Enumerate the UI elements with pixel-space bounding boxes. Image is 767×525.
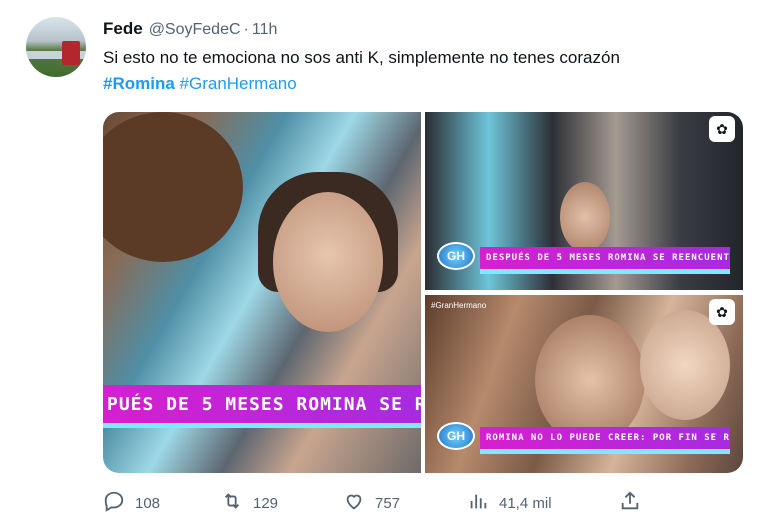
photo-3[interactable]: #GranHermano ✿ GH ROMINA NO LO PUEDE CRE…	[425, 295, 743, 473]
media-grid: PUÉS DE 5 MESES ROMINA SE REENCUENTRA C …	[103, 112, 743, 473]
photo-2-banner-bar	[480, 269, 730, 274]
hashtag-romina[interactable]: #Romina	[103, 74, 175, 93]
like-count: 757	[375, 494, 401, 512]
tweet-header: Fede @SoyFedeC · 11h	[103, 19, 277, 41]
photo-1[interactable]: PUÉS DE 5 MESES ROMINA SE REENCUENTRA C	[103, 112, 421, 473]
gh-logo: GH	[437, 242, 475, 270]
share-icon	[619, 490, 641, 516]
tweet-time[interactable]: 11h	[252, 21, 278, 39]
tweet-text: Si esto no te emociona no sos anti K, si…	[103, 48, 620, 67]
photo-1-face	[273, 192, 383, 332]
views-button[interactable]: 41,4 mil	[467, 486, 552, 520]
header-separator: ·	[243, 21, 249, 38]
avatar-flag	[62, 41, 80, 65]
reply-icon	[103, 490, 125, 516]
retweet-icon	[221, 490, 243, 516]
avatar[interactable]	[26, 17, 86, 77]
views-count: 41,4 mil	[499, 494, 552, 512]
reply-button[interactable]: 108	[103, 486, 160, 520]
author-handle[interactable]: @SoyFedeC	[149, 21, 241, 39]
photo-2-figure	[560, 182, 610, 252]
retweet-button[interactable]: 129	[221, 486, 278, 520]
photo-1-man-figure	[103, 112, 243, 262]
photo-2-banner: DESPUÉS DE 5 MESES ROMINA SE REENCUENTRA…	[480, 247, 730, 269]
photo-3-figure-child	[640, 310, 730, 420]
share-button[interactable]	[619, 486, 641, 520]
author-name[interactable]: Fede	[103, 19, 143, 39]
hashtags: #Romina #GranHermano	[103, 74, 297, 94]
photo-3-caption: #GranHermano	[431, 301, 487, 310]
tweet-actions: 108 129 757 41,4 mil	[103, 486, 663, 520]
photo-1-banner: PUÉS DE 5 MESES ROMINA SE REENCUENTRA C	[103, 385, 421, 423]
like-button[interactable]: 757	[343, 486, 400, 520]
photo-2[interactable]: ✿ GH DESPUÉS DE 5 MESES ROMINA SE REENCU…	[425, 112, 743, 290]
channel-logo-icon: ✿	[709, 299, 735, 325]
reply-count: 108	[135, 494, 161, 512]
hashtag-granhermano[interactable]: #GranHermano	[180, 74, 297, 93]
heart-icon	[343, 490, 365, 516]
photo-3-banner: ROMINA NO LO PUEDE CREER: POR FIN SE REU…	[480, 427, 730, 449]
gh-logo: GH	[437, 422, 475, 450]
photo-3-banner-bar	[480, 449, 730, 454]
photo-3-figure-girl	[535, 315, 645, 445]
tweet: Fede @SoyFedeC · 11h Si esto no te emoci…	[0, 0, 767, 525]
retweet-count: 129	[253, 494, 279, 512]
photo-1-banner-bar	[103, 423, 421, 428]
views-icon	[467, 490, 489, 516]
channel-logo-icon: ✿	[709, 116, 735, 142]
